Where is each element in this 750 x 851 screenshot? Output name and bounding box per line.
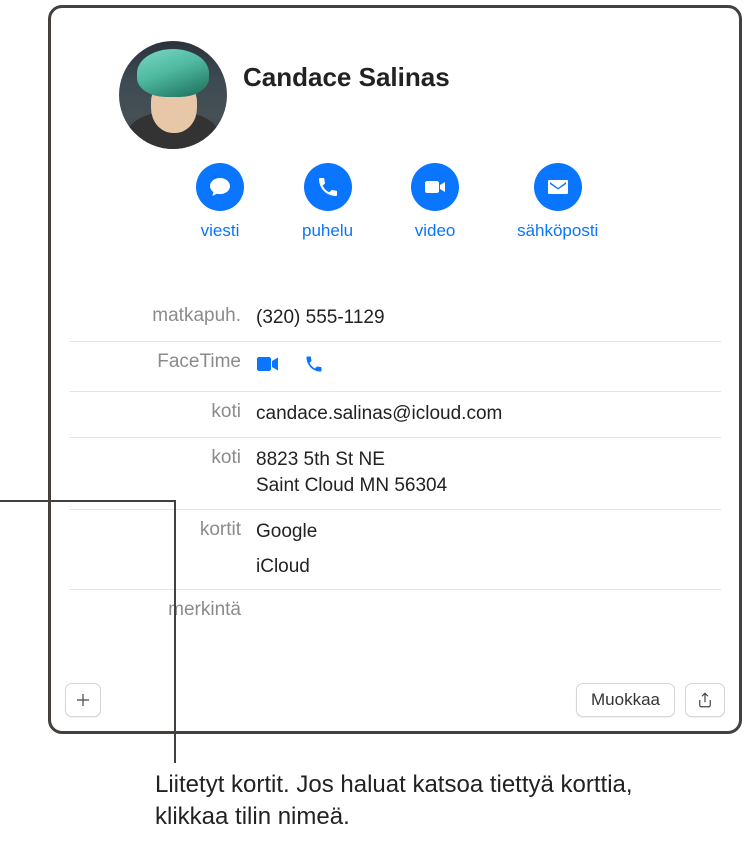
contact-name: Candace Salinas [243,62,450,93]
message-icon [196,163,244,211]
facetime-video-icon[interactable] [256,354,280,383]
footer: Muokkaa [51,669,739,731]
share-icon [696,691,714,709]
video-button[interactable]: video [411,163,459,241]
details: matkapuh. (320) 555-1129 FaceTime koti c… [51,296,739,638]
plus-icon [74,691,92,709]
card-link-icloud[interactable]: iCloud [256,554,317,581]
callout-connector [0,500,176,502]
message-label: viesti [201,221,240,241]
cards-label: kortit [69,519,256,541]
note-label: merkintä [69,599,256,621]
mobile-row: matkapuh. (320) 555-1129 [69,296,721,341]
edit-button[interactable]: Muokkaa [576,683,675,717]
add-button[interactable] [65,683,101,717]
contact-card-window: Candace Salinas viesti puhelu video sähk… [48,5,742,734]
mail-icon [534,163,582,211]
home-address-value[interactable]: 8823 5th St NE Saint Cloud MN 56304 [256,447,447,500]
call-button[interactable]: puhelu [302,163,353,241]
video-icon [411,163,459,211]
message-button[interactable]: viesti [196,163,244,241]
avatar[interactable] [119,41,227,149]
actions-row: viesti puhelu video sähköposti [196,163,598,241]
home-email-label: koti [69,401,256,423]
home-address-label: koti [69,447,256,469]
callout-text: Liitetyt kortit. Jos haluat katsoa tiett… [155,769,675,834]
mobile-value[interactable]: (320) 555-1129 [256,305,385,332]
facetime-row: FaceTime [69,341,721,392]
call-label: puhelu [302,221,353,241]
home-address-row: koti 8823 5th St NE Saint Cloud MN 56304 [69,437,721,509]
mobile-label: matkapuh. [69,305,256,327]
address-line2: Saint Cloud MN 56304 [256,473,447,500]
video-label: video [415,221,456,241]
facetime-label: FaceTime [69,351,256,373]
email-label: sähköposti [517,221,598,241]
home-email-row: koti candace.salinas@icloud.com [69,391,721,437]
phone-icon [304,163,352,211]
facetime-audio-icon[interactable] [302,354,326,383]
callout-connector [174,500,176,763]
cards-row: kortit Google iCloud [69,509,721,589]
card-link-google[interactable]: Google [256,519,317,546]
address-line1: 8823 5th St NE [256,447,447,474]
header: Candace Salinas [51,8,739,38]
email-button[interactable]: sähköposti [517,163,598,241]
share-button[interactable] [685,683,725,717]
home-email-value[interactable]: candace.salinas@icloud.com [256,401,502,428]
note-row: merkintä [69,589,721,638]
